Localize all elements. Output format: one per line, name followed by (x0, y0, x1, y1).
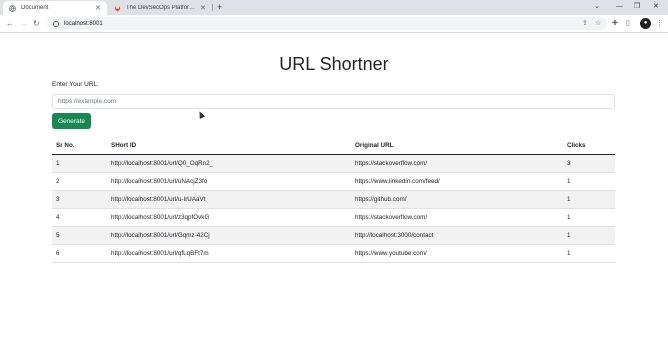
table-row: 6 http://localhost:8001/url/qfLqBFt7m ht… (52, 244, 615, 263)
tab-document[interactable]: Document ✕ (3, 1, 107, 15)
cell-short-id: http://localhost:8001/url/Q0_OqRn2_ (107, 154, 351, 173)
new-tab-icon[interactable]: + (217, 1, 222, 14)
close-tab-icon[interactable]: ✕ (200, 4, 206, 12)
cell-clicks: 1 (563, 190, 615, 209)
cell-clicks: 3 (563, 154, 615, 173)
cell-sr-no: 4 (52, 208, 107, 227)
tab-separator (212, 4, 213, 11)
cell-original-url: https://github.com/ (351, 190, 563, 209)
cell-short-id: http://localhost:8001/url/z3qpfOvkG (107, 208, 351, 227)
tab-gitlab[interactable]: The DevSecOps Platform | GitLab ✕ (108, 1, 212, 15)
cell-original-url: https://stackoverflow.com/ (351, 208, 563, 227)
extensions-icon[interactable]: ✚ (612, 17, 618, 30)
table-row: 4 http://localhost:8001/url/z3qpfOvkG ht… (52, 208, 615, 227)
cell-short-id: http://localhost:8001/url/qfLqBFt7m (107, 244, 351, 263)
tab-search-icon[interactable]: ⌄ (594, 1, 600, 13)
back-icon[interactable]: ← (6, 17, 14, 30)
header-clicks: Clicks (563, 137, 615, 155)
address-bar[interactable]: localhost:8001 ⇪ ☆ (47, 17, 607, 30)
cell-original-url: https://www.linkedin.com/feed/ (351, 172, 563, 191)
cell-short-id: http://localhost:8001/url/Gqmz-42Cj (107, 226, 351, 245)
restore-icon[interactable]: ❐ (634, 1, 640, 13)
header-original-url: Original URL (351, 137, 563, 155)
page-title: URL Shortner (279, 54, 389, 74)
cell-original-url: http://localhost:3000/contact (351, 226, 563, 245)
cell-clicks: 1 (563, 172, 615, 191)
table-row: 1 http://localhost:8001/url/Q0_OqRn2_ ht… (52, 154, 615, 173)
share-icon[interactable]: ⇪ (582, 17, 588, 30)
gitlab-icon (114, 5, 121, 12)
forward-icon[interactable]: → (20, 17, 28, 30)
side-panel-icon[interactable]: ▯ (626, 17, 630, 30)
cell-sr-no: 6 (52, 244, 107, 263)
globe-icon (9, 4, 16, 12)
cell-clicks: 1 (563, 226, 615, 245)
cell-sr-no: 1 (52, 154, 107, 173)
header-sr-no: Sr No. (52, 137, 107, 155)
table-row: 2 http://localhost:8001/url/uNAcjZ3fo ht… (52, 172, 615, 191)
close-window-icon[interactable]: ✕ (653, 1, 659, 13)
cell-sr-no: 2 (52, 172, 107, 191)
close-tab-icon[interactable]: ✕ (95, 4, 101, 12)
reload-icon[interactable]: ↻ (33, 17, 40, 30)
cell-short-id: http://localhost:8001/url/u-IrUAaVt (107, 190, 351, 209)
cell-short-id: http://localhost:8001/url/uNAcjZ3fo (107, 172, 351, 191)
cell-original-url: https://stackoverflow.com/ (351, 154, 563, 173)
table-header-row: Sr No. SHort ID Original URL Clicks (52, 137, 615, 155)
table-row: 3 http://localhost:8001/url/u-IrUAaVt ht… (52, 190, 615, 209)
tab-title: The DevSecOps Platform | GitLab (126, 5, 198, 11)
url-input[interactable] (52, 94, 615, 109)
browser-toolbar: ← → ↻ localhost:8001 ⇪ ☆ ✚ ▯ ● ⋮ (0, 15, 668, 33)
bookmark-star-icon[interactable]: ☆ (595, 17, 601, 30)
tab-title: Document (21, 5, 49, 11)
cell-original-url: https://www.youtube.com/ (351, 244, 563, 263)
url-input-label: Enter Your URL: (52, 81, 99, 88)
mouse-cursor-icon (196, 110, 206, 119)
short-urls-table: Sr No. SHort ID Original URL Clicks 1 ht… (52, 137, 615, 263)
cell-sr-no: 3 (52, 190, 107, 209)
site-info-icon[interactable] (53, 20, 59, 27)
profile-avatar-icon[interactable]: ● (640, 18, 651, 29)
cell-clicks: 1 (563, 244, 615, 263)
tab-strip: Document ✕ The DevSecOps Platform | GitL… (0, 0, 668, 15)
cell-sr-no: 5 (52, 226, 107, 245)
cell-clicks: 1 (563, 208, 615, 227)
minimize-icon[interactable]: — (616, 1, 623, 13)
header-short-id: SHort ID (107, 137, 351, 155)
table-row: 5 http://localhost:8001/url/Gqmz-42Cj ht… (52, 226, 615, 245)
menu-kebab-icon[interactable]: ⋮ (656, 17, 663, 30)
generate-button[interactable]: Generate (52, 113, 91, 129)
address-text: localhost:8001 (64, 20, 103, 27)
